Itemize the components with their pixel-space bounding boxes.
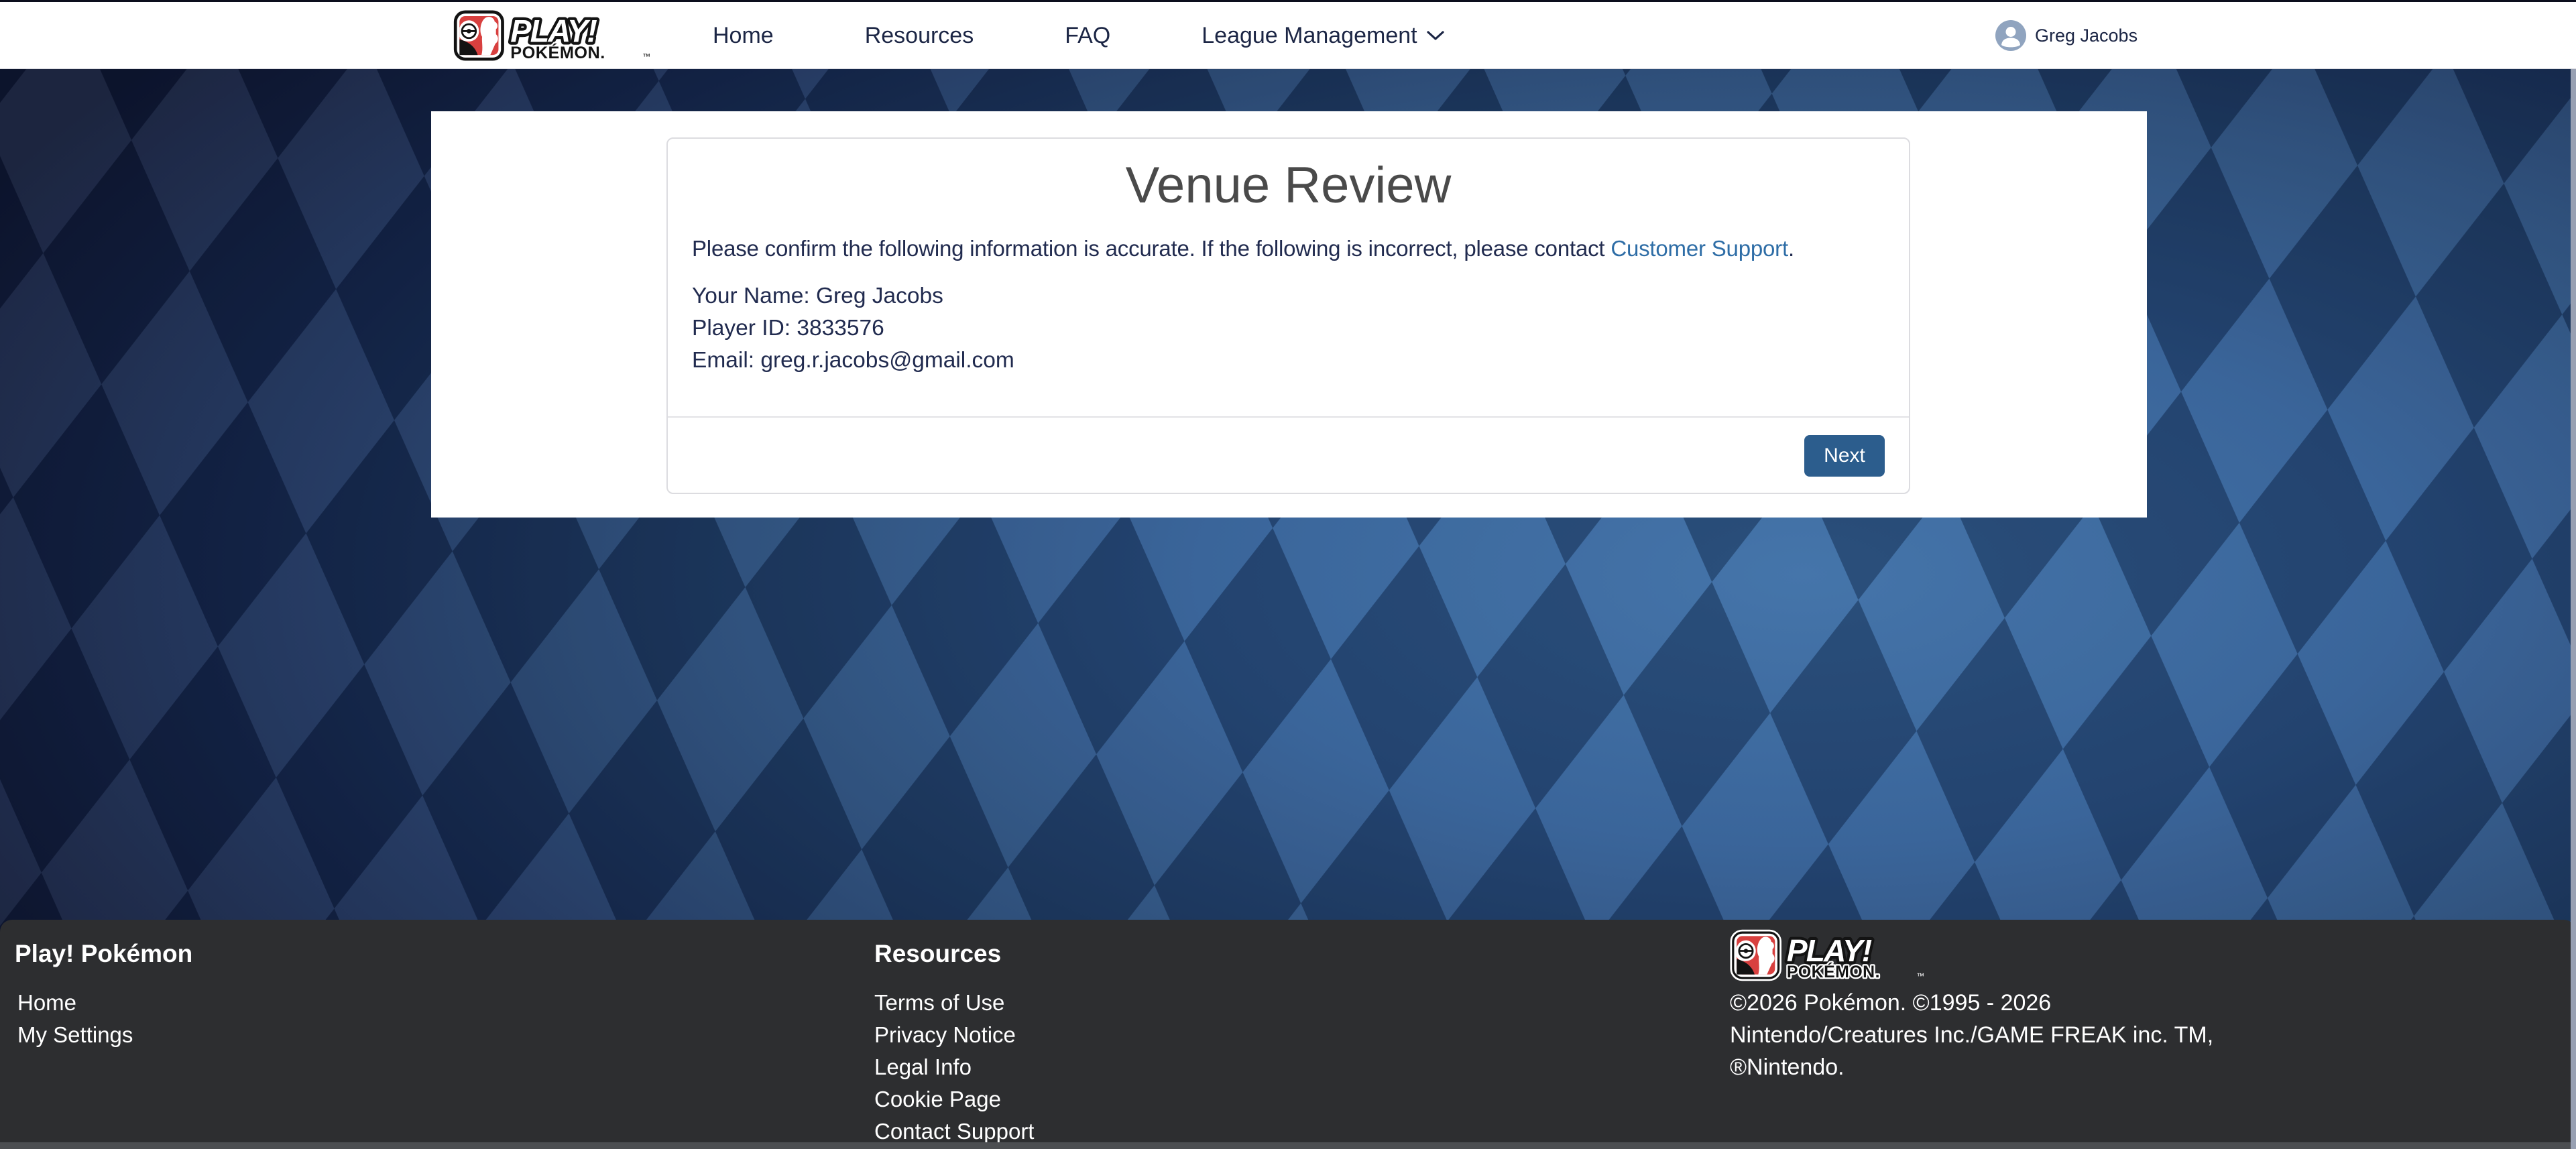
nav-link-resources-label: Resources (865, 23, 974, 49)
logo-pokemon-text: POKÉMON. (510, 43, 605, 62)
play-pokemon-logo[interactable]: PLAY! POKÉMON. ™ (453, 9, 654, 62)
footer-link-my-settings[interactable]: My Settings (17, 1019, 133, 1051)
next-button[interactable]: Next (1804, 435, 1885, 477)
footer-play-pokemon-logo: PLAY! POKÉMON. ™ (1730, 929, 1928, 981)
user-menu[interactable]: Greg Jacobs (1995, 2, 2138, 69)
main-navigation: Home Resources FAQ League Management (713, 2, 1444, 69)
footer-heading-resources: Resources (874, 940, 1001, 968)
window-top-edge (0, 0, 2576, 2)
nav-link-league-management-label: League Management (1202, 23, 1417, 49)
nav-link-resources[interactable]: Resources (865, 23, 974, 49)
copyright-line-3: ®Nintendo. (1730, 1051, 2213, 1083)
player-info-block: Your Name: Greg Jacobs Player ID: 383357… (692, 280, 1885, 377)
page-title: Venue Review (692, 156, 1885, 215)
vertical-scrollbar[interactable] (2571, 69, 2576, 1149)
play-pokemon-logo-graphic: PLAY! POKÉMON. ™ (453, 9, 654, 62)
customer-support-link[interactable]: Customer Support (1611, 236, 1788, 261)
footer-link-cookie-page[interactable]: Cookie Page (874, 1083, 1034, 1115)
footer-link-home[interactable]: Home (17, 987, 133, 1019)
confirmation-text-after: . (1788, 236, 1794, 261)
top-navbar: PLAY! POKÉMON. ™ Home Resources FAQ Leag… (0, 2, 2576, 69)
user-avatar-icon (1995, 20, 2026, 51)
window-bottom-edge (0, 1142, 2576, 1149)
footer-column-resources: Terms of Use Privacy Notice Legal Info C… (874, 987, 1034, 1148)
copyright-text: ©2026 Pokémon. ©1995 - 2026 Nintendo/Cre… (1730, 987, 2213, 1083)
copyright-line-2: Nintendo/Creatures Inc./GAME FREAK inc. … (1730, 1019, 2213, 1051)
logo-tm: ™ (642, 52, 650, 62)
player-name-line: Your Name: Greg Jacobs (692, 280, 1885, 312)
footer-logo-pokemon-text: POKÉMON. (1787, 962, 1880, 981)
nav-link-home[interactable]: Home (713, 23, 774, 49)
nav-link-faq[interactable]: FAQ (1065, 23, 1110, 49)
footer-link-legal-info[interactable]: Legal Info (874, 1051, 1034, 1083)
footer-link-privacy-notice[interactable]: Privacy Notice (874, 1019, 1034, 1051)
footer-logo-tm: ™ (1916, 971, 1924, 981)
footer-link-terms-of-use[interactable]: Terms of Use (874, 987, 1034, 1019)
nav-dropdown-league-management[interactable]: League Management (1202, 23, 1444, 49)
confirmation-text: Please confirm the following information… (692, 236, 1885, 261)
footer-column-play-pokemon: Home My Settings (17, 987, 133, 1051)
confirmation-text-before: Please confirm the following information… (692, 236, 1611, 261)
copyright-line-1: ©2026 Pokémon. ©1995 - 2026 (1730, 987, 2213, 1019)
nav-link-home-label: Home (713, 23, 774, 49)
card-action-bar: Next (668, 416, 1909, 494)
content-sheet: Venue Review Please confirm the followin… (431, 111, 2147, 518)
player-id-line: Player ID: 3833576 (692, 312, 1885, 345)
player-email-line: Email: greg.r.jacobs@gmail.com (692, 345, 1885, 377)
page-footer: Play! Pokémon Home My Settings Resources… (0, 920, 2576, 1149)
venue-review-card: Venue Review Please confirm the followin… (666, 137, 1910, 494)
footer-play-pokemon-logo-graphic: PLAY! POKÉMON. ™ (1730, 929, 1928, 981)
nav-link-faq-label: FAQ (1065, 23, 1110, 49)
footer-heading-play-pokemon: Play! Pokémon (15, 940, 192, 968)
chevron-down-icon (1427, 30, 1444, 41)
venue-review-card-body: Venue Review Please confirm the followin… (668, 139, 1909, 416)
user-name: Greg Jacobs (2035, 25, 2138, 46)
